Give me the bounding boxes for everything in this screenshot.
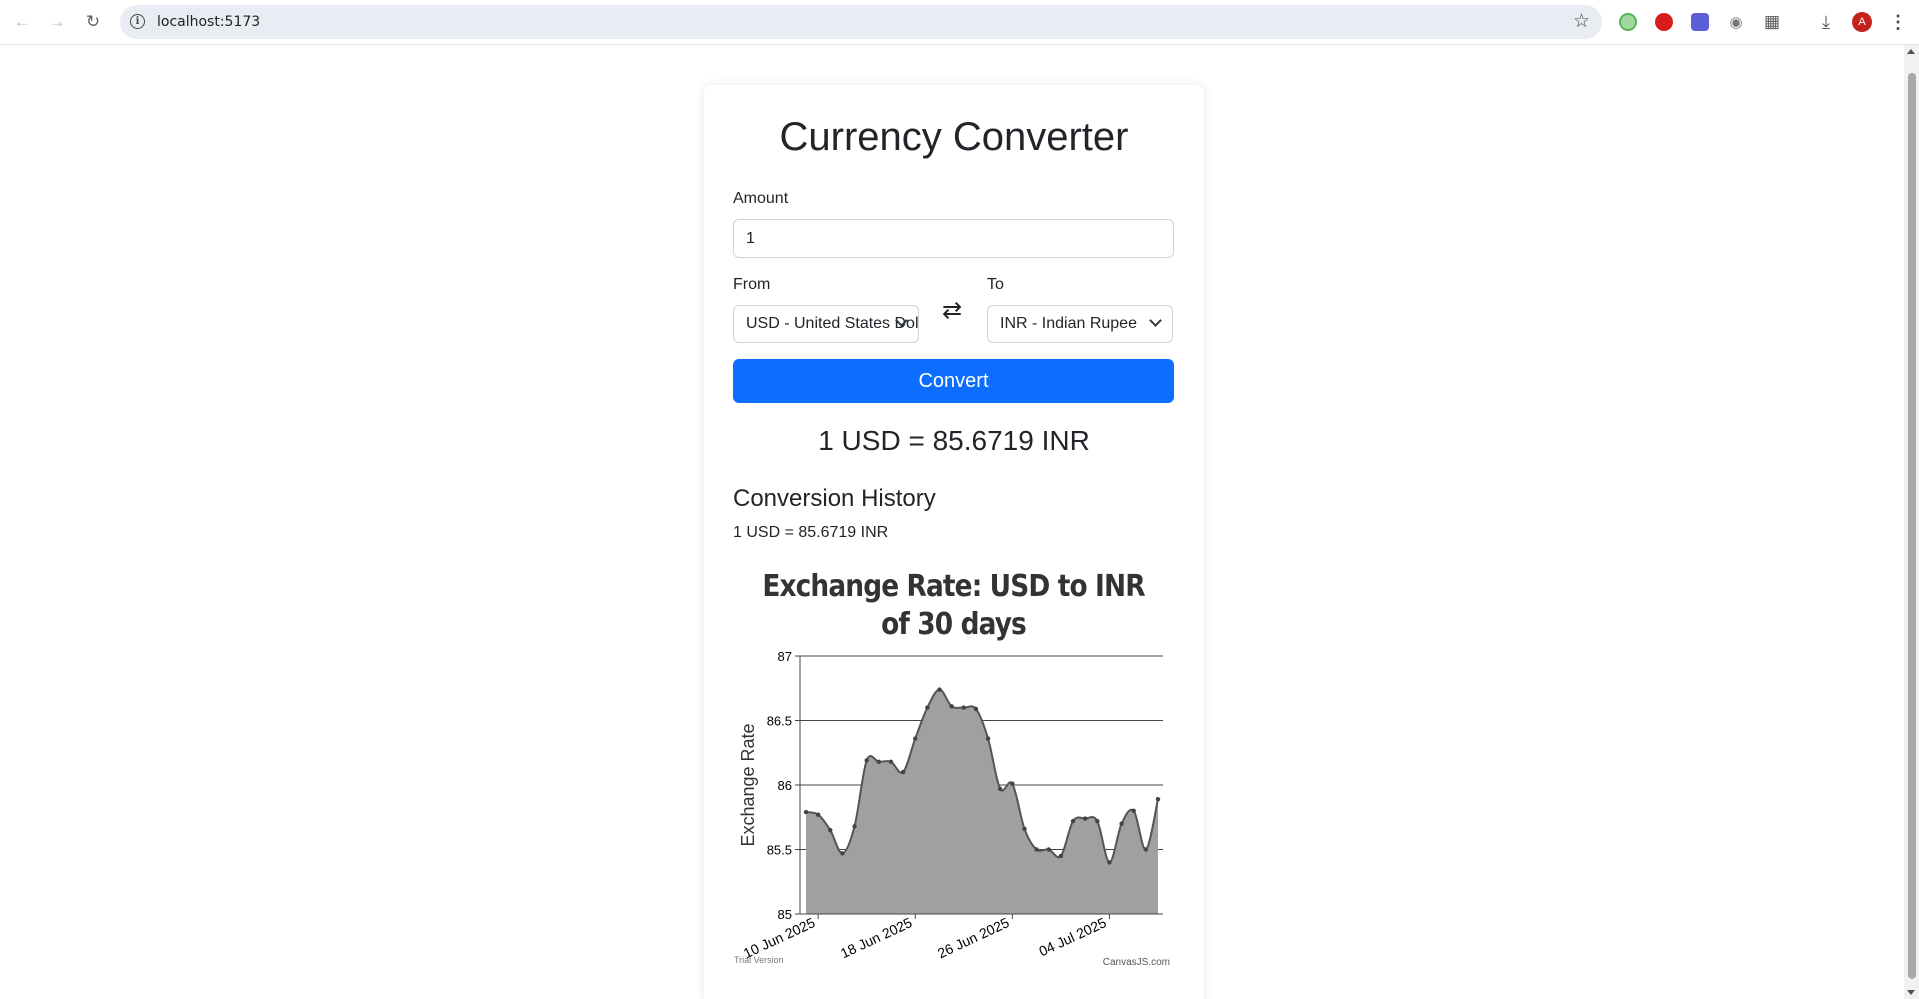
forward-icon[interactable]: → xyxy=(45,10,69,34)
history-item: 1 USD = 85.6719 INR xyxy=(733,524,889,541)
scroll-thumb[interactable] xyxy=(1908,73,1916,979)
extension-icon[interactable] xyxy=(1688,10,1712,34)
amount-value: 1 xyxy=(746,229,755,247)
conversion-result: 1 USD = 85.6719 INR xyxy=(818,425,1090,456)
amount-label: Amount xyxy=(733,190,789,207)
to-label: To xyxy=(987,276,1004,293)
extension-icon[interactable] xyxy=(1652,10,1676,34)
profile-avatar[interactable]: A xyxy=(1850,10,1874,34)
puzzle-extension-icon[interactable]: ▦ xyxy=(1760,10,1784,34)
address-bar[interactable]: i localhost:5173 ☆ xyxy=(120,5,1602,39)
download-icon[interactable]: ⤓ xyxy=(1814,10,1838,34)
from-label: From xyxy=(733,276,771,293)
url-text[interactable]: localhost:5173 xyxy=(157,14,260,30)
extension-icon[interactable] xyxy=(1616,10,1640,34)
menu-icon[interactable]: ⋮ xyxy=(1886,10,1910,34)
from-currency-value: USD - United States Dollar xyxy=(746,315,919,332)
site-info-icon[interactable]: i xyxy=(130,14,145,29)
bookmark-star-icon[interactable]: ☆ xyxy=(1573,10,1590,33)
reload-icon[interactable]: ↻ xyxy=(81,10,105,34)
convert-button[interactable]: Convert xyxy=(733,359,1174,403)
amount-input[interactable]: 1 xyxy=(733,219,1174,258)
scroll-down-icon[interactable] xyxy=(1907,990,1915,995)
from-currency-select[interactable]: USD - United States Dollar xyxy=(733,305,919,343)
chevron-down-icon xyxy=(1149,314,1162,327)
page-title: Currency Converter xyxy=(779,115,1129,159)
to-currency-select[interactable]: INR - Indian Rupee xyxy=(987,305,1173,343)
swap-icon[interactable]: ⇄ xyxy=(938,295,966,325)
to-currency-value: INR - Indian Rupee xyxy=(1000,315,1137,332)
back-icon[interactable]: ← xyxy=(10,10,34,34)
converter-card: Currency Converter Amount 1 From USD - U… xyxy=(704,85,1204,999)
scroll-up-icon[interactable] xyxy=(1907,49,1915,54)
camera-icon[interactable]: ◉ xyxy=(1724,10,1748,34)
history-title: Conversion History xyxy=(733,485,936,512)
avatar-letter: A xyxy=(1852,12,1872,32)
page-scrollbar[interactable] xyxy=(1904,45,1919,999)
browser-toolbar: ← → ↻ i localhost:5173 ☆ ◉ ▦ ⤓ A ⋮ xyxy=(0,0,1919,45)
